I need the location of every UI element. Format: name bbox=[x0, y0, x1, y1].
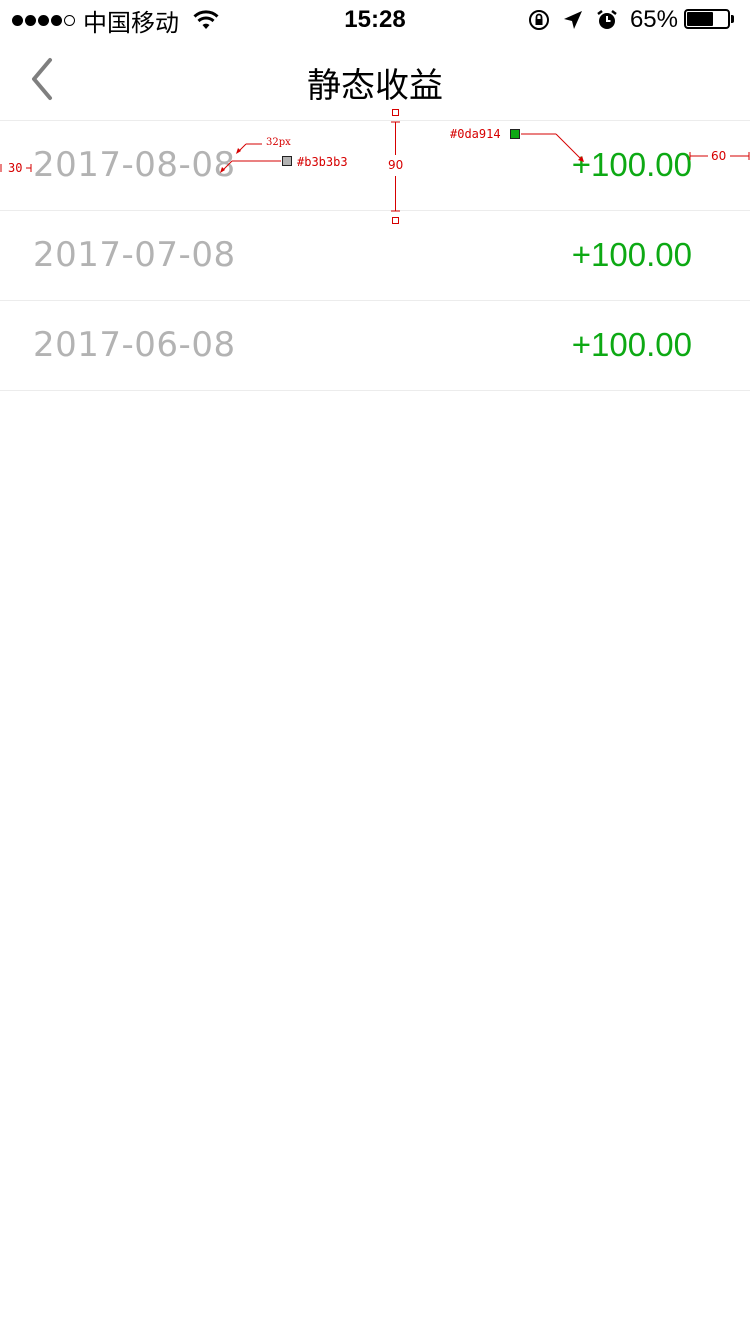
list-item[interactable]: 2017-06-08 +100.00 bbox=[0, 300, 750, 391]
row-amount: +100.00 bbox=[571, 326, 692, 363]
row-amount: +100.00 bbox=[571, 236, 692, 273]
row-date: 2017-08-08 bbox=[33, 145, 236, 185]
income-list: 2017-08-08 +100.00 2017-07-08 +100.00 20… bbox=[0, 120, 750, 391]
row-date: 2017-06-08 bbox=[33, 325, 236, 365]
orientation-lock-icon bbox=[528, 10, 549, 30]
status-bar: 中国移动 15:28 65% bbox=[0, 0, 750, 40]
row-date: 2017-07-08 bbox=[33, 235, 236, 275]
nav-bar: 静态收益 bbox=[0, 40, 750, 120]
status-right: 65% bbox=[516, 6, 736, 34]
battery-percent: 65% bbox=[629, 6, 678, 33]
row-amount: +100.00 bbox=[571, 146, 692, 183]
battery-icon bbox=[684, 9, 736, 31]
location-arrow-icon bbox=[563, 11, 582, 29]
list-item[interactable]: 2017-07-08 +100.00 bbox=[0, 210, 750, 300]
page-title: 静态收益 bbox=[307, 66, 443, 106]
alarm-icon bbox=[597, 10, 617, 29]
list-item[interactable]: 2017-08-08 +100.00 bbox=[0, 120, 750, 210]
